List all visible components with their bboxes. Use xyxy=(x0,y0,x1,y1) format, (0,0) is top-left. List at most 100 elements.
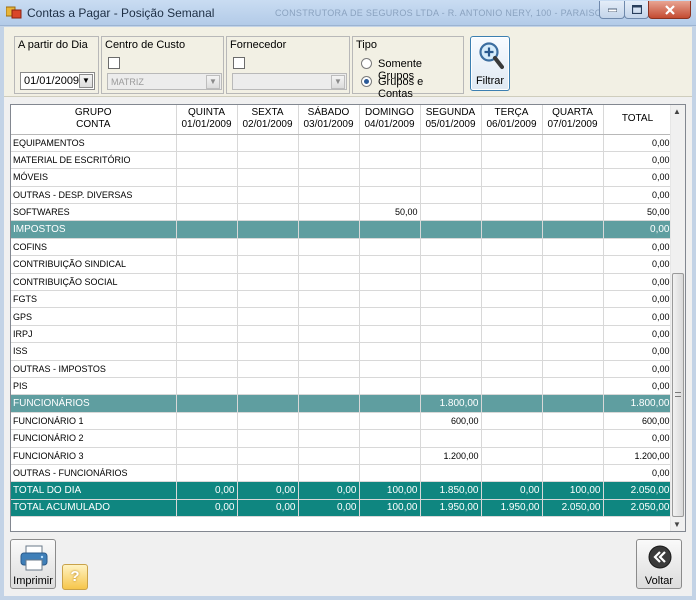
table-row[interactable]: COFINS 0,00 xyxy=(11,238,673,257)
vertical-scrollbar[interactable]: ▲ ▼ xyxy=(670,105,685,531)
radio-dot[interactable] xyxy=(361,58,372,69)
radio-grupos-e-contas[interactable]: Grupos e Contas xyxy=(361,75,461,100)
table-row[interactable]: MATERIAL DE ESCRITÓRIO 0,00 xyxy=(11,151,673,170)
table-row[interactable]: OUTRAS - FUNCIONÁRIOS 0,00 xyxy=(11,464,673,483)
cell-value xyxy=(542,394,604,413)
row-name: ISS xyxy=(11,342,177,361)
cell-value xyxy=(176,273,238,292)
column-header-day[interactable]: SEXTA 02/01/2009 xyxy=(237,105,299,135)
cell-total: 0,00 xyxy=(603,255,673,274)
cell-total: 0,00 xyxy=(603,168,673,187)
table-row[interactable]: CONTRIBUIÇÃO SINDICAL 0,00 xyxy=(11,255,673,274)
group-row[interactable]: IMPOSTOS 0,00 xyxy=(11,220,673,239)
table-row[interactable]: FUNCIONÁRIO 1 600,00 600,00 xyxy=(11,412,673,431)
row-name: FGTS xyxy=(11,290,177,309)
table-row[interactable]: ISS 0,00 xyxy=(11,342,673,361)
header-date: 01/01/2009 xyxy=(181,119,232,131)
column-header-day[interactable]: QUARTA 07/01/2009 xyxy=(542,105,604,135)
chevron-down-icon[interactable]: ▼ xyxy=(206,75,220,89)
cell-value: 1.950,00 xyxy=(420,499,482,518)
chevron-down-icon[interactable]: ▼ xyxy=(331,75,345,89)
cell-value xyxy=(359,394,421,413)
column-header-day[interactable]: SEGUNDA 05/01/2009 xyxy=(420,105,482,135)
table-row[interactable]: FGTS 0,00 xyxy=(11,290,673,309)
back-button[interactable]: Voltar xyxy=(636,539,682,589)
table-row[interactable]: OUTRAS - DESP. DIVERSAS 0,00 xyxy=(11,186,673,205)
table-row[interactable]: SOFTWARES 50,00 50,00 xyxy=(11,203,673,222)
scroll-down-icon[interactable]: ▼ xyxy=(673,520,681,529)
cell-value xyxy=(420,307,482,326)
cell-value xyxy=(359,186,421,205)
column-header-total[interactable]: TOTAL xyxy=(603,105,673,135)
table-row[interactable]: CONTRIBUIÇÃO SOCIAL 0,00 xyxy=(11,273,673,292)
cell-value xyxy=(542,342,604,361)
cell-value xyxy=(481,307,543,326)
table-row[interactable]: IRPJ 0,00 xyxy=(11,325,673,344)
cell-value xyxy=(542,186,604,205)
table-row[interactable]: MÓVEIS 0,00 xyxy=(11,168,673,187)
cell-value xyxy=(237,203,299,222)
total-row[interactable]: TOTAL ACUMULADO 0,00 0,00 0,00 100,00 1.950,0… xyxy=(11,499,673,518)
date-picker[interactable]: 01/01/2009 ▼ xyxy=(20,72,95,90)
supplier-select[interactable]: ▼ xyxy=(232,73,347,90)
column-header-day[interactable]: TERÇA 06/01/2009 xyxy=(481,105,543,135)
weekly-grid[interactable]: GRUPO CONTA QUINTA 01/01/2009 SEXTA 02/01/2… xyxy=(10,104,686,532)
table-row[interactable]: FUNCIONÁRIO 2 0,00 xyxy=(11,429,673,448)
close-button[interactable] xyxy=(648,1,691,19)
filter-button[interactable]: Filtrar xyxy=(470,36,510,91)
column-header-day[interactable]: QUINTA 01/01/2009 xyxy=(176,105,238,135)
cell-value xyxy=(420,220,482,239)
cell-value xyxy=(359,464,421,483)
cell-value xyxy=(176,307,238,326)
cost-center-checkbox[interactable] xyxy=(108,57,120,69)
radio-dot-selected[interactable] xyxy=(361,76,372,87)
maximize-button[interactable] xyxy=(624,1,649,19)
cell-value xyxy=(420,360,482,378)
cell-value xyxy=(542,412,604,431)
cell-total: 2.050,00 xyxy=(603,481,673,500)
header-day: SEXTA xyxy=(251,107,284,119)
table-row[interactable]: OUTRAS - IMPOSTOS 0,00 xyxy=(11,360,673,378)
cell-value xyxy=(359,273,421,292)
minimize-button[interactable] xyxy=(599,1,625,19)
filter-button-label: Filtrar xyxy=(475,75,505,87)
row-name: FUNCIONÁRIO 2 xyxy=(11,429,177,448)
cell-value xyxy=(237,186,299,205)
cell-value xyxy=(481,394,543,413)
column-header-name[interactable]: GRUPO CONTA xyxy=(11,105,177,135)
cell-total: 0,00 xyxy=(603,342,673,361)
table-row[interactable]: PIS 0,00 xyxy=(11,377,673,396)
row-name: GPS xyxy=(11,307,177,326)
cell-value xyxy=(298,238,360,257)
cell-value xyxy=(542,447,604,465)
supplier-checkbox[interactable] xyxy=(233,57,245,69)
cell-value xyxy=(481,464,543,483)
table-row[interactable]: EQUIPAMENTOS 0,00 xyxy=(11,134,673,152)
table-row[interactable]: FUNCIONÁRIO 3 1.200,00 1.200,00 xyxy=(11,447,673,465)
header-day: TERÇA xyxy=(494,107,529,119)
column-header-day[interactable]: SÁBADO 03/01/2009 xyxy=(298,105,360,135)
scroll-thumb[interactable] xyxy=(672,273,684,517)
group-row[interactable]: FUNCIONÁRIOS 1.800,00 1.800,00 xyxy=(11,394,673,413)
cell-value: 1.800,00 xyxy=(420,394,482,413)
header-date: 04/01/2009 xyxy=(364,119,415,131)
cell-value xyxy=(298,151,360,170)
cell-value xyxy=(237,464,299,483)
chevron-down-icon[interactable]: ▼ xyxy=(79,74,93,88)
cell-value xyxy=(481,342,543,361)
column-header-day[interactable]: DOMINGO 04/01/2009 xyxy=(359,105,421,135)
cell-value xyxy=(481,134,543,152)
cost-center-select[interactable]: MATRIZ ▼ xyxy=(107,73,222,90)
total-row[interactable]: TOTAL DO DIA 0,00 0,00 0,00 100,00 1.850,00 0,… xyxy=(11,481,673,500)
cell-total: 0,00 xyxy=(603,360,673,378)
print-button[interactable]: Imprimir xyxy=(10,539,56,589)
scroll-up-icon[interactable]: ▲ xyxy=(673,107,681,116)
help-button[interactable]: ? xyxy=(62,564,88,590)
supplier-group: Fornecedor ▼ xyxy=(226,36,350,94)
cell-value: 0,00 xyxy=(481,481,543,500)
radio-somente-grupos[interactable]: Somente Grupos xyxy=(361,57,461,82)
row-name: IMPOSTOS xyxy=(11,220,177,239)
table-row[interactable]: GPS 0,00 xyxy=(11,307,673,326)
header-account: CONTA xyxy=(76,119,111,131)
cell-value xyxy=(542,238,604,257)
